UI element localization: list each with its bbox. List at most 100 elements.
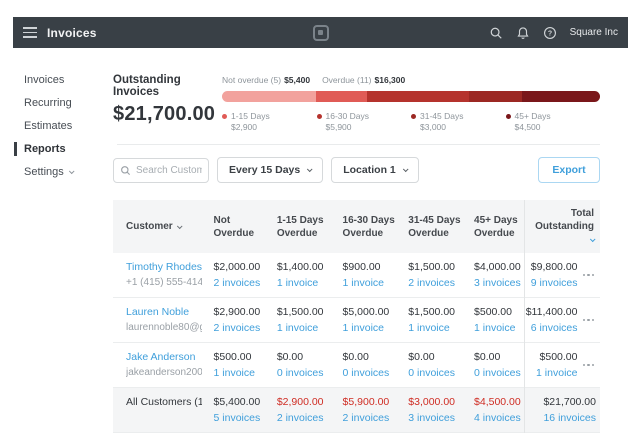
sort-chevron-icon xyxy=(590,236,596,242)
customer-contact: +1 (415) 555-4141 xyxy=(126,277,202,288)
amount: $900.00 xyxy=(343,261,397,273)
invoice-count-link[interactable]: 0 invoices xyxy=(277,367,331,379)
customer-link[interactable]: Jake Anderson xyxy=(126,351,202,363)
invoice-count-link[interactable]: 1 invoice xyxy=(408,322,462,334)
amount: $0.00 xyxy=(277,351,331,363)
amount: $5,400.00 xyxy=(214,396,265,408)
filter-bar: Every 15 Days Location 1 Export xyxy=(113,157,600,183)
invoice-count-link[interactable]: 9 invoices xyxy=(531,277,578,289)
amount: $5,900.00 xyxy=(343,396,397,408)
invoice-count-link[interactable]: 2 invoices xyxy=(343,412,397,424)
invoice-count-link[interactable]: 1 invoice xyxy=(474,322,520,334)
legend-item: 16-30 Days $5,900 xyxy=(317,111,412,133)
total-amount: $9,800.00 xyxy=(531,261,578,273)
amount: $2,900.00 xyxy=(277,396,331,408)
table-row: Jake Anderson jakeanderson2003@... $500.… xyxy=(113,343,600,388)
invoice-count-link[interactable]: 0 invoices xyxy=(343,367,397,379)
account-name[interactable]: Square Inc xyxy=(570,27,618,38)
row-menu-icon[interactable] xyxy=(583,362,597,369)
sidebar-item-settings[interactable]: Settings xyxy=(24,166,110,178)
aging-table: Customer Not Overdue 1-15 Days Overdue 1… xyxy=(113,200,600,433)
row-menu-icon[interactable] xyxy=(583,317,597,324)
invoice-count-link[interactable]: 1 invoice xyxy=(214,367,265,379)
legend-item: 1-15 Days $2,900 xyxy=(222,111,317,133)
sidebar-item-reports[interactable]: Reports xyxy=(24,143,110,155)
invoice-count-link[interactable]: 1 invoice xyxy=(536,367,577,379)
aging-legend: 1-15 Days $2,900 16-30 Days $5,900 31-45… xyxy=(222,111,600,133)
invoice-count-link[interactable]: 2 invoices xyxy=(214,322,265,334)
customer-contact: laurennoble80@gm... xyxy=(126,322,202,333)
sidebar-item-invoices[interactable]: Invoices xyxy=(24,74,110,86)
customer-link[interactable]: Timothy Rhodes xyxy=(126,261,202,273)
invoice-count-link[interactable]: 3 invoices xyxy=(474,277,520,289)
help-icon[interactable]: ? xyxy=(543,26,557,40)
invoice-count-link[interactable]: 1 invoice xyxy=(343,322,397,334)
customer-contact: jakeanderson2003@... xyxy=(126,367,202,378)
sidebar-item-estimates[interactable]: Estimates xyxy=(24,120,110,132)
table-header-row: Customer Not Overdue 1-15 Days Overdue 1… xyxy=(113,200,600,253)
column-header-total[interactable]: Total Outstanding xyxy=(524,200,600,253)
amount: $5,000.00 xyxy=(343,306,397,318)
menu-icon[interactable] xyxy=(23,27,37,38)
notifications-icon[interactable] xyxy=(516,26,530,40)
column-header-1-15: 1-15 Days Overdue xyxy=(269,200,335,253)
outstanding-overview: Outstanding Invoices $21,700.00 Not over… xyxy=(113,74,600,133)
search-icon xyxy=(120,165,131,176)
invoice-count-link[interactable]: 16 invoices xyxy=(543,412,596,424)
legend-item: 31-45 Days $3,000 xyxy=(411,111,506,133)
top-bar: Invoices ? Square Inc xyxy=(13,17,628,48)
invoice-count-link[interactable]: 4 invoices xyxy=(474,412,520,424)
column-header-31-45: 31-45 Days Overdue xyxy=(400,200,466,253)
invoice-count-link[interactable]: 2 invoices xyxy=(277,412,331,424)
invoice-count-link[interactable]: 2 invoices xyxy=(214,277,265,289)
invoice-count-link[interactable]: 2 invoices xyxy=(408,277,462,289)
amount: $3,000.00 xyxy=(408,396,462,408)
legend-dot xyxy=(317,114,322,119)
table-row: Lauren Noble laurennoble80@gm... $2,900.… xyxy=(113,298,600,343)
total-amount: $11,400.00 xyxy=(526,306,578,318)
invoice-count-link[interactable]: 3 invoices xyxy=(408,412,462,424)
chevron-down-icon xyxy=(403,166,409,172)
page-title: Invoices xyxy=(47,26,97,40)
legend-item: 45+ Days $4,500 xyxy=(506,111,601,133)
sidebar-item-recurring[interactable]: Recurring xyxy=(24,97,110,109)
amount: $1,400.00 xyxy=(277,261,331,273)
outstanding-total: $21,700.00 xyxy=(113,103,222,126)
invoice-count-link[interactable]: 1 invoice xyxy=(277,277,331,289)
amount: $500.00 xyxy=(474,306,520,318)
invoice-count-link[interactable]: 1 invoice xyxy=(343,277,397,289)
amount: $2,000.00 xyxy=(214,261,265,273)
aging-bar-segment xyxy=(469,91,521,102)
amount: $4,000.00 xyxy=(474,261,520,273)
legend-dot xyxy=(222,114,227,119)
chevron-down-icon xyxy=(69,168,75,174)
table-row: Timothy Rhodes +1 (415) 555-4141 $2,000.… xyxy=(113,253,600,298)
amount: $1,500.00 xyxy=(277,306,331,318)
invoice-count-link[interactable]: 0 invoices xyxy=(408,367,462,379)
invoice-count-link[interactable]: 5 invoices xyxy=(214,412,265,424)
legend-dot xyxy=(506,114,511,119)
invoice-count-link[interactable]: 0 invoices xyxy=(474,367,520,379)
invoice-count-link[interactable]: 1 invoice xyxy=(277,322,331,334)
column-header-customer[interactable]: Customer xyxy=(113,200,206,253)
row-menu-icon[interactable] xyxy=(583,272,597,279)
not-overdue-label: Not overdue (5)$5,400 xyxy=(222,75,310,85)
location-dropdown[interactable]: Location 1 xyxy=(331,157,419,183)
legend-dot xyxy=(411,114,416,119)
table-summary-row: All Customers (16) $5,400.005 invoices $… xyxy=(113,388,600,433)
period-dropdown[interactable]: Every 15 Days xyxy=(217,157,323,183)
amount: $0.00 xyxy=(474,351,520,363)
amount: $0.00 xyxy=(408,351,462,363)
section-divider xyxy=(117,144,600,145)
export-button[interactable]: Export xyxy=(538,157,600,183)
overview-title: Outstanding Invoices xyxy=(113,74,222,98)
total-amount: $500.00 xyxy=(536,351,577,363)
search-icon[interactable] xyxy=(489,26,503,40)
invoice-count-link[interactable]: 6 invoices xyxy=(526,322,578,334)
square-logo-icon xyxy=(313,25,329,41)
svg-text:?: ? xyxy=(547,30,551,37)
aging-bar-segment xyxy=(316,91,367,102)
total-amount: $21,700.00 xyxy=(543,396,596,408)
customer-link[interactable]: Lauren Noble xyxy=(126,306,202,318)
amount: $1,500.00 xyxy=(408,306,462,318)
